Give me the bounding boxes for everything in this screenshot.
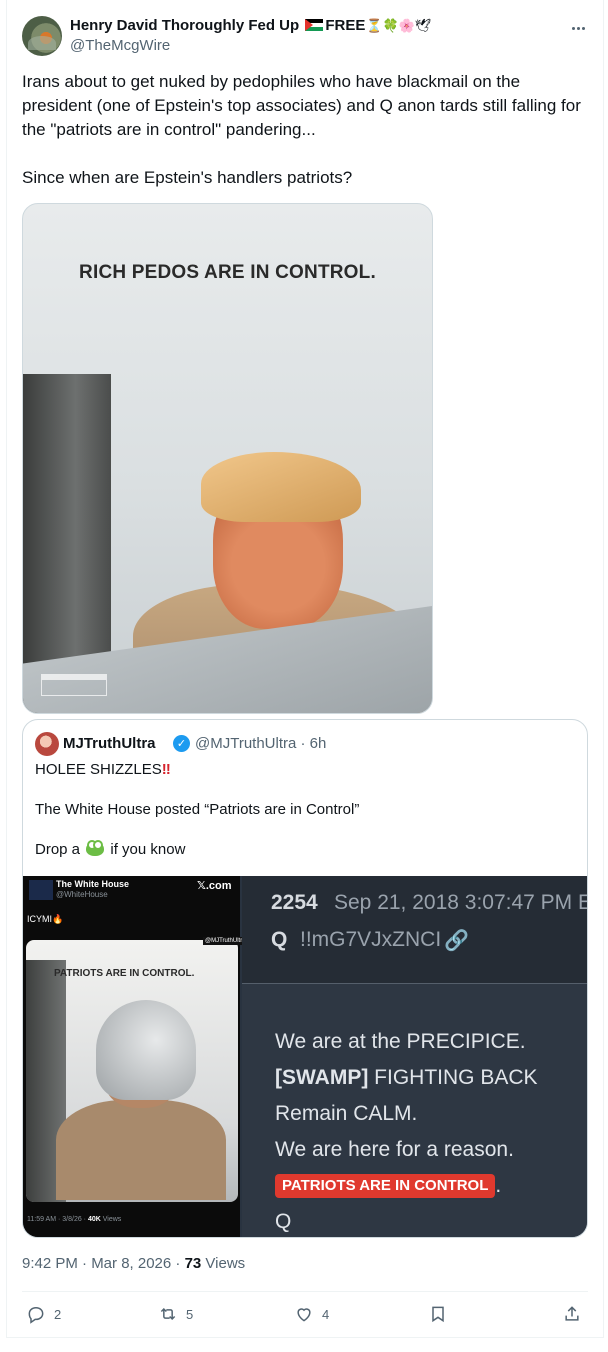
image-caption: RICH PEDOS ARE IN CONTROL. [79, 262, 376, 283]
drop-q: Q [271, 928, 288, 951]
quoted-line-3-pre: Drop a [35, 841, 85, 858]
repost-button[interactable]: 5 [158, 1300, 193, 1328]
timestamp-text[interactable]: 9:42 PM · Mar 8, 2026 · [22, 1255, 185, 1272]
author-name[interactable]: Henry David Thoroughly Fed Up FREE⏳🍀🌸🕊 [70, 17, 431, 34]
divider [22, 1291, 588, 1292]
flight-suit-graphic [56, 1100, 226, 1200]
drop-line-4: We are here for a reason. [275, 1138, 514, 1161]
reply-count: 2 [54, 1306, 62, 1322]
white-house-logo [41, 674, 107, 696]
reply-icon [28, 1306, 44, 1324]
q-drop-panel: 2254 Sep 21, 2018 3:07:47 PM E Q !!mG7VJ… [242, 876, 587, 1237]
quoted-line-2: The White House posted “Patriots are in … [35, 801, 360, 818]
repost-icon [160, 1307, 176, 1321]
drop-date: Sep 21, 2018 3:07:47 PM E [334, 891, 588, 914]
post-timestamp: 9:42 PM · Mar 8, 2026 · 73 Views [22, 1255, 245, 1272]
drop-body: We are at the PRECIPICE. [SWAMP] FIGHTIN… [275, 1024, 538, 1237]
drop-tag-after: . [495, 1174, 502, 1197]
quoted-author-name[interactable]: MJTruthUltra [63, 735, 156, 752]
drop-line-5: PATRIOTS ARE IN CONTROL. [275, 1168, 538, 1204]
frog-icon [86, 840, 105, 856]
double-exclamation-icon: ‼ [161, 761, 171, 778]
meta-time: 11:59 AM · 3/8/26 · [27, 1216, 88, 1223]
xcom-logo: 𝕏.com [197, 880, 232, 892]
white-house-handle: @WhiteHouse [56, 890, 108, 899]
drop-line-1: We are at the PRECIPICE. [275, 1030, 526, 1053]
quoted-tweet[interactable]: MJTruthUltra ✓ @MJTruthUltra · 6h HOLEE … [22, 719, 588, 1238]
like-button[interactable]: 4 [294, 1300, 329, 1328]
white-house-name: The White House [56, 879, 130, 889]
drop-line-2: [SWAMP] FIGHTING BACK [275, 1060, 538, 1096]
helmet-graphic [96, 1000, 196, 1100]
tweet-image[interactable]: RICH PEDOS ARE IN CONTROL. [22, 203, 433, 714]
reply-button[interactable]: 2 [26, 1300, 61, 1328]
drop-sign: Q [275, 1210, 292, 1233]
drop-line-2-rest: FIGHTING BACK [368, 1066, 538, 1089]
screenshot-panel: The White House @WhiteHouse 𝕏.com ICYMI🔥… [23, 876, 248, 1237]
author-handle[interactable]: @TheMcgWire [70, 37, 170, 54]
bookmark-icon [432, 1306, 444, 1323]
q-drop-header: 2254 Sep 21, 2018 3:07:47 PM E Q !!mG7VJ… [242, 876, 587, 984]
white-house-avatar [29, 880, 53, 900]
emoji-icons: ⏳🍀🌸🕊 [366, 18, 432, 33]
hair-graphic [201, 452, 361, 522]
drop-line-3: Remain CALM. [275, 1102, 418, 1125]
share-button[interactable] [562, 1300, 582, 1328]
quoted-line-3-post: if you know [106, 841, 186, 858]
quoted-line-1: HOLEE SHIZZLES [35, 761, 162, 778]
quoted-handle-time[interactable]: @MJTruthUltra · 6h [195, 735, 326, 752]
drop-trip: !!mG7VJxZNCI [300, 928, 442, 951]
verified-icon: ✓ [173, 735, 190, 752]
link-icon: 🔗 [444, 930, 469, 952]
screenshot-meta: 11:59 AM · 3/8/26 · 40K Views [27, 1216, 121, 1223]
patriots-tag: PATRIOTS ARE IN CONTROL [275, 1174, 496, 1198]
quoted-image[interactable]: The White House @WhiteHouse 𝕏.com ICYMI🔥… [23, 876, 587, 1237]
share-icon [565, 1306, 579, 1321]
author-name-text[interactable]: Henry David Thoroughly Fed Up [70, 17, 299, 34]
like-count: 4 [322, 1306, 330, 1322]
author-row: Henry David Thoroughly Fed Up FREE⏳🍀🌸🕊 @… [22, 16, 588, 60]
repost-count: 5 [186, 1306, 194, 1322]
bookmark-button[interactable] [428, 1300, 448, 1328]
action-bar: 2 5 4 [22, 1300, 588, 1330]
meta-views-label: Views [100, 1216, 122, 1223]
views-count: 73 [184, 1255, 202, 1272]
avatar[interactable] [22, 16, 62, 56]
photo-caption: PATRIOTS ARE IN CONTROL. [54, 968, 195, 979]
quoted-header: MJTruthUltra ✓ @MJTruthUltra · 6h [35, 732, 575, 756]
views-label: Views [201, 1255, 246, 1272]
quoted-avatar[interactable] [35, 732, 59, 756]
author-name-suffix[interactable]: FREE [325, 17, 365, 34]
more-icon[interactable] [568, 18, 588, 38]
drop-number: 2254 [271, 891, 318, 914]
like-icon [297, 1308, 311, 1322]
icymi-text: ICYMI🔥 [27, 914, 64, 924]
meta-views: 40K [87, 1216, 101, 1223]
palestine-flag-icon [305, 19, 324, 31]
quoted-text: HOLEE SHIZZLES‼ The White House posted “… [35, 760, 575, 860]
drop-line-2-bold: [SWAMP] [275, 1066, 369, 1089]
watermark: @MJTruthUltra [203, 937, 248, 945]
pilot-photo: PATRIOTS ARE IN CONTROL. [26, 940, 238, 1202]
tweet-text: Irans about to get nuked by pedophiles w… [22, 72, 581, 187]
